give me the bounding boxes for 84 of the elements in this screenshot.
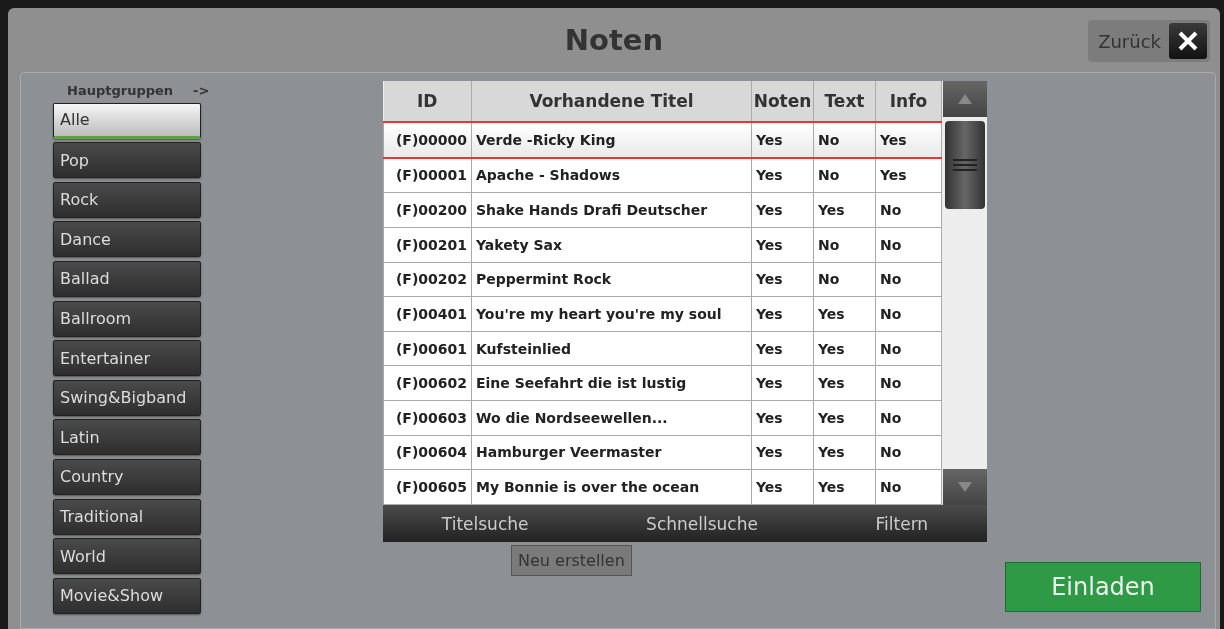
close-icon <box>1177 30 1199 52</box>
table-cell[interactable]: No <box>813 157 876 193</box>
column-header: Noten <box>751 81 814 122</box>
group-button[interactable]: Rock <box>53 181 201 218</box>
column-header: Info <box>875 81 942 122</box>
table-cell[interactable]: Yes <box>875 122 942 158</box>
table-cell[interactable]: No <box>875 296 942 332</box>
table-cell[interactable]: Peppermint Rock <box>471 262 752 297</box>
table-cell[interactable]: Yes <box>751 122 814 158</box>
table-cell[interactable]: No <box>813 262 876 297</box>
table-cell[interactable]: Yes <box>751 227 814 263</box>
toolbar-button[interactable]: Filtern <box>869 512 935 535</box>
table-cell[interactable]: No <box>875 192 942 228</box>
table-cell[interactable]: Yes <box>875 157 942 193</box>
table-cell[interactable]: Yes <box>751 157 814 193</box>
table-cell[interactable]: (F)00603 <box>383 400 472 436</box>
table-cell[interactable]: No <box>875 262 942 297</box>
window-title: Noten <box>564 23 664 57</box>
table-cell[interactable]: No <box>875 365 942 401</box>
group-button[interactable]: Swing&Bigband <box>53 379 201 416</box>
table-cell[interactable]: Kufsteinlied <box>471 331 752 366</box>
scroll-thumb-icon[interactable] <box>951 158 978 172</box>
table-cell[interactable]: Yes <box>751 469 814 505</box>
table-cell[interactable]: (F)00200 <box>383 192 472 228</box>
table-cell[interactable]: (F)00202 <box>383 262 472 297</box>
table-cell[interactable]: You're my heart you're my soul <box>471 296 752 332</box>
table-cell[interactable]: (F)00605 <box>383 469 472 505</box>
group-button[interactable]: Dance <box>53 221 201 258</box>
table-cell[interactable]: (F)00604 <box>383 435 472 470</box>
table-cell[interactable]: Wo die Nordseewellen... <box>471 400 752 436</box>
table-cell[interactable]: Hamburger Veermaster <box>471 435 752 470</box>
column-header: Text <box>813 81 876 122</box>
group-button[interactable]: Pop <box>53 142 201 179</box>
group-button[interactable]: Ballroom <box>53 300 201 337</box>
table-cell[interactable]: My Bonnie is over the ocean <box>471 469 752 505</box>
column-header: ID <box>383 81 472 122</box>
scroll-down-icon[interactable] <box>956 481 973 493</box>
table-cell[interactable]: No <box>875 400 942 436</box>
table-cell[interactable]: Eine Seefahrt die ist lustig <box>471 365 752 401</box>
scroll-up-icon[interactable] <box>956 93 973 105</box>
table-cell[interactable]: Verde -Ricky King <box>471 122 752 158</box>
group-button[interactable]: Entertainer <box>53 340 201 377</box>
table-cell[interactable]: Yes <box>751 331 814 366</box>
group-button[interactable]: World <box>53 538 201 575</box>
table-cell[interactable]: (F)00001 <box>383 157 472 193</box>
table-cell[interactable]: Yes <box>813 365 876 401</box>
table-cell[interactable]: No <box>875 227 942 263</box>
table-cell[interactable]: Yes <box>813 435 876 470</box>
table-cell[interactable]: Yes <box>751 435 814 470</box>
table-cell[interactable]: Yes <box>751 400 814 436</box>
table-cell[interactable]: Yes <box>751 192 814 228</box>
group-button[interactable]: Ballad <box>53 260 201 297</box>
table-cell[interactable]: Apache - Shadows <box>471 157 752 193</box>
table-cell[interactable]: Yes <box>751 262 814 297</box>
scrollbar[interactable] <box>942 81 987 505</box>
table-cell[interactable]: (F)00201 <box>383 227 472 263</box>
group-button[interactable]: Movie&Show <box>53 577 201 614</box>
group-button[interactable]: Alle <box>53 102 201 139</box>
table-cell[interactable]: Yes <box>813 192 876 228</box>
group-button[interactable]: Traditional <box>53 498 201 535</box>
group-button[interactable]: Latin <box>53 419 201 456</box>
column-header: Vorhandene Titel <box>471 81 752 122</box>
table-cell[interactable]: No <box>875 331 942 366</box>
table-cell[interactable]: Yes <box>813 400 876 436</box>
table-cell[interactable]: No <box>813 122 876 158</box>
table-cell[interactable]: Shake Hands Drafi Deutscher <box>471 192 752 228</box>
table-cell[interactable]: Yes <box>751 296 814 332</box>
table-cell[interactable]: No <box>813 227 876 263</box>
table-cell[interactable]: Yakety Sax <box>471 227 752 263</box>
table-cell[interactable]: (F)00000 <box>383 122 472 158</box>
group-button[interactable]: Country <box>53 458 201 495</box>
table-cell[interactable]: No <box>875 435 942 470</box>
table-cell[interactable]: Yes <box>751 365 814 401</box>
group-heading: Hauptgruppen <box>67 82 174 98</box>
arrow-label: -> <box>193 82 210 98</box>
table-cell[interactable]: Yes <box>813 469 876 505</box>
table-cell[interactable]: Yes <box>813 296 876 332</box>
table-cell[interactable]: Yes <box>813 331 876 366</box>
table-cell[interactable]: (F)00602 <box>383 365 472 401</box>
toolbar-button[interactable]: Titelsuche <box>435 512 535 535</box>
toolbar-button[interactable]: Schnellsuche <box>640 512 764 535</box>
table-cell[interactable]: (F)00601 <box>383 331 472 366</box>
table-cell[interactable]: (F)00401 <box>383 296 472 332</box>
table-cell[interactable]: No <box>875 469 942 505</box>
